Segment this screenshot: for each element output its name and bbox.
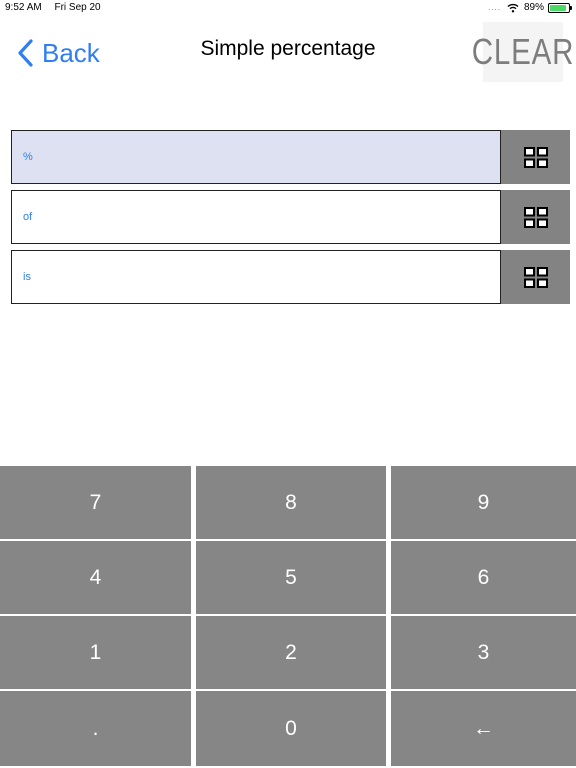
- key-8[interactable]: 8: [196, 466, 386, 539]
- key-3[interactable]: 3: [391, 616, 576, 689]
- key-decimal[interactable]: .: [0, 691, 191, 766]
- key-2[interactable]: 2: [196, 616, 386, 689]
- back-button[interactable]: Back: [16, 36, 100, 70]
- percent-row: %: [11, 130, 570, 184]
- battery-percent: 89%: [523, 2, 544, 13]
- battery-icon: [548, 2, 572, 13]
- key-5[interactable]: 5: [196, 541, 386, 614]
- percent-grid-button[interactable]: [501, 130, 570, 184]
- is-input[interactable]: is: [11, 250, 501, 304]
- numeric-keypad: 7 8 9 4 5 6 1 2 3 . 0 ←: [0, 465, 576, 768]
- clear-button[interactable]: CLEAR: [472, 22, 573, 82]
- key-0[interactable]: 0: [196, 691, 386, 766]
- percent-input[interactable]: %: [11, 130, 501, 184]
- back-button-label: Back: [42, 37, 100, 68]
- battery-fill: [550, 4, 567, 11]
- of-row: of: [11, 190, 570, 244]
- status-date: Fri Sep 20: [54, 2, 101, 13]
- key-4[interactable]: 4: [0, 541, 191, 614]
- key-7[interactable]: 7: [0, 466, 191, 539]
- key-6[interactable]: 6: [391, 541, 576, 614]
- signal-indicator: ....: [488, 3, 501, 12]
- of-input[interactable]: of: [11, 190, 501, 244]
- grid-icon: [523, 206, 548, 228]
- backspace-key[interactable]: ←: [391, 691, 576, 766]
- key-9[interactable]: 9: [391, 466, 576, 539]
- status-right: .... 89%: [488, 2, 572, 13]
- status-bar: 9:52 AM Fri Sep 20 .... 89%: [0, 0, 576, 16]
- grid-icon: [523, 146, 548, 168]
- is-grid-button[interactable]: [501, 250, 570, 304]
- status-time: 9:52 AM: [5, 2, 42, 13]
- wifi-icon: [507, 3, 519, 12]
- grid-icon: [523, 266, 548, 288]
- is-row: is: [11, 250, 570, 304]
- status-left: 9:52 AM Fri Sep 20: [5, 2, 111, 13]
- key-1[interactable]: 1: [0, 616, 191, 689]
- chevron-left-icon: [18, 39, 33, 67]
- of-grid-button[interactable]: [501, 190, 570, 244]
